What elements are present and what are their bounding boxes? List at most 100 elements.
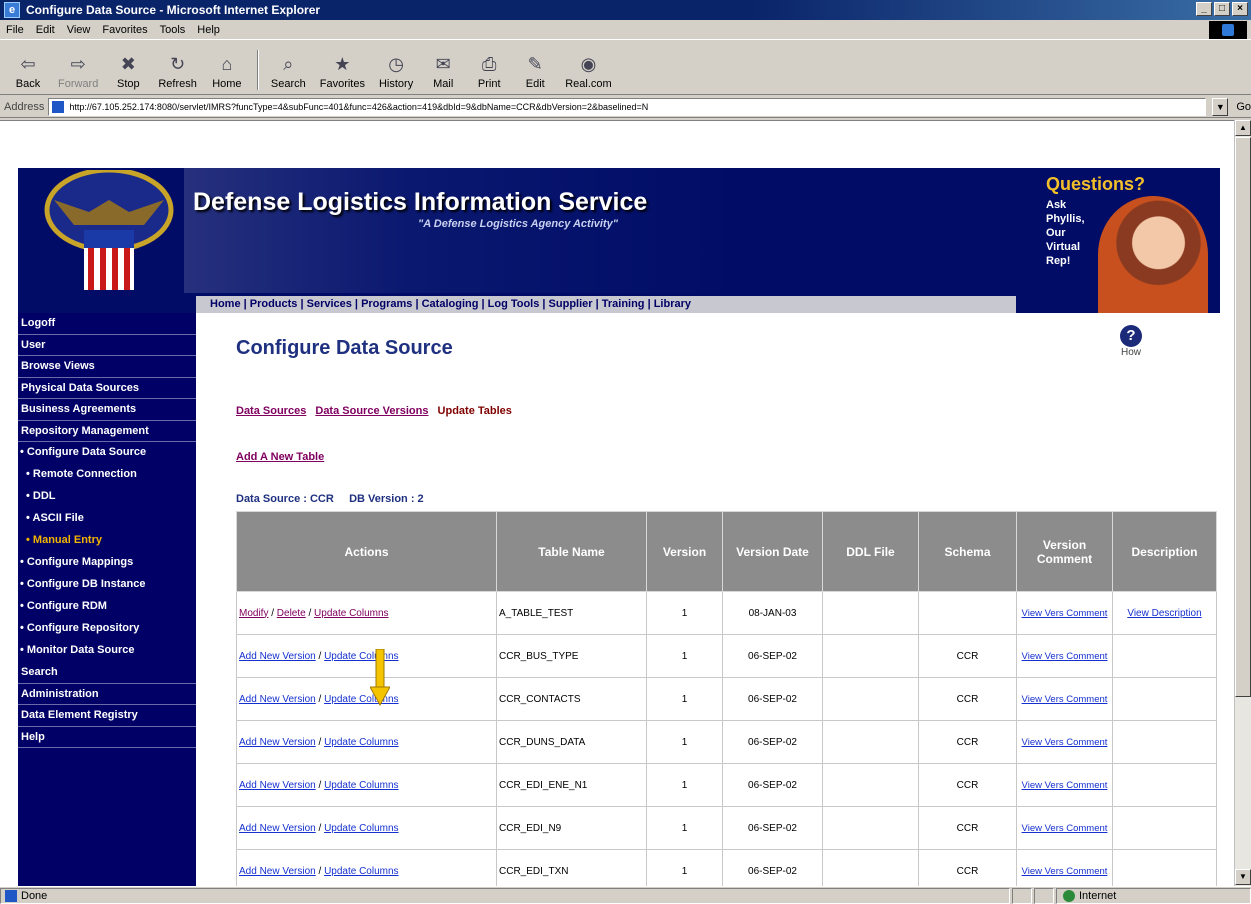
col-table-name: Table Name (496, 511, 647, 592)
nav-remote-connection[interactable]: • Remote Connection (18, 464, 196, 486)
history-button[interactable]: ◷ History (379, 52, 413, 91)
close-button[interactable]: × (1232, 2, 1248, 16)
update-columns-link[interactable]: Update Columns (324, 780, 398, 791)
view-vers-comment-link[interactable]: View Vers Comment (1019, 779, 1110, 792)
version-date-cell: 06-SEP-02 (722, 720, 823, 764)
stop-button[interactable]: ✖ Stop (112, 52, 144, 91)
ddl-file-cell (822, 720, 919, 764)
vertical-scrollbar[interactable]: ▲ ▼ (1234, 120, 1251, 886)
view-vers-comment-link[interactable]: View Vers Comment (1019, 822, 1110, 835)
nav-administration[interactable]: Administration (18, 684, 196, 705)
add-new-version-link[interactable]: Add New Version (239, 823, 316, 834)
update-columns-link[interactable]: Update Columns (324, 823, 398, 834)
nav-help[interactable]: Help (18, 727, 196, 748)
nav-business-agreements[interactable]: Business Agreements (18, 399, 196, 421)
scroll-thumb[interactable] (1235, 137, 1251, 697)
schema-cell: CCR (918, 806, 1017, 850)
view-vers-comment-link[interactable]: View Vers Comment (1019, 607, 1110, 620)
security-zone: Internet (1056, 887, 1251, 904)
ddl-file-cell (822, 677, 919, 721)
home-button[interactable]: ⌂ Home (211, 52, 243, 91)
banner-tagline: "A Defense Logistics Agency Activity" (418, 218, 618, 230)
menu-bar: File Edit View Favorites Tools Help (0, 20, 1251, 40)
add-new-version-link[interactable]: Add New Version (239, 651, 316, 662)
minimize-button[interactable]: _ (1196, 2, 1212, 16)
nav-data-element-registry[interactable]: Data Element Registry (18, 705, 196, 727)
add-new-version-link[interactable]: Add New Version (239, 694, 316, 705)
edit-button[interactable]: ✎ Edit (519, 52, 551, 91)
mail-button[interactable]: ✉ Mail (427, 52, 459, 91)
realcom-button[interactable]: ◉ Real.com (565, 52, 611, 91)
back-button[interactable]: ⇦ Back (12, 52, 44, 91)
nav-configure-data-source[interactable]: • Configure Data Source (18, 442, 196, 464)
comment-cell: View Vers Comment (1016, 677, 1113, 721)
banner-photo (184, 168, 744, 293)
update-columns-link[interactable]: Update Columns (324, 866, 398, 877)
nav-configure-mappings[interactable]: • Configure Mappings (18, 552, 196, 574)
crumb-data-sources[interactable]: Data Sources (236, 405, 306, 417)
version-cell: 1 (646, 677, 723, 721)
top-nav-links[interactable]: Home | Products | Services | Programs | … (196, 296, 1016, 313)
version-date-cell: 06-SEP-02 (722, 763, 823, 807)
menu-favorites[interactable]: Favorites (102, 24, 147, 36)
search-button[interactable]: ⌕ Search (270, 52, 306, 91)
delete-link[interactable]: Delete (277, 608, 306, 619)
nav-user[interactable]: User (18, 335, 196, 356)
maximize-button[interactable]: □ (1214, 2, 1230, 16)
add-new-version-link[interactable]: Add New Version (239, 780, 316, 791)
col-version-comment: Version Comment (1016, 511, 1113, 592)
view-vers-comment-link[interactable]: View Vers Comment (1019, 693, 1110, 706)
print-label: Print (477, 78, 501, 90)
nav-logoff[interactable]: Logoff (18, 313, 196, 335)
nav-monitor-data-source[interactable]: • Monitor Data Source (18, 640, 196, 662)
update-columns-link[interactable]: Update Columns (314, 608, 388, 619)
nav-browse-views[interactable]: Browse Views (18, 356, 196, 378)
search-label: Search (270, 78, 306, 90)
nav-manual-entry[interactable]: • Manual Entry (18, 530, 196, 552)
virtual-rep-promo[interactable]: Questions? Ask Phyllis, Our Virtual Rep! (1018, 168, 1220, 313)
mail-label: Mail (433, 78, 454, 90)
table-row: Modify / Delete / Update Columns A_TABLE… (236, 591, 1217, 635)
col-version-date: Version Date (722, 511, 823, 592)
crumb-update-tables: Update Tables (437, 405, 512, 417)
view-vers-comment-link[interactable]: View Vers Comment (1019, 736, 1110, 749)
scroll-up-button[interactable]: ▲ (1235, 120, 1251, 136)
forward-button[interactable]: ⇨ Forward (58, 52, 98, 91)
menu-tools[interactable]: Tools (160, 24, 186, 36)
update-columns-link[interactable]: Update Columns (324, 737, 398, 748)
nav-physical-data-sources[interactable]: Physical Data Sources (18, 378, 196, 399)
yellow-arrow-annotation-icon (370, 649, 390, 707)
nav-configure-rdm[interactable]: • Configure RDM (18, 596, 196, 618)
modify-link[interactable]: Modify (239, 608, 268, 619)
nav-search[interactable]: Search (18, 662, 196, 684)
add-new-table-link[interactable]: Add A New Table (236, 451, 324, 463)
address-input[interactable]: http://67.105.252.174:8080/servlet/IMRS?… (48, 97, 1207, 116)
nav-configure-repository[interactable]: • Configure Repository (18, 618, 196, 640)
menu-help[interactable]: Help (197, 24, 220, 36)
help-button[interactable]: ? How (1116, 325, 1146, 358)
help-icon: ? (1120, 325, 1142, 347)
nav-ascii-file[interactable]: • ASCII File (18, 508, 196, 530)
view-vers-comment-link[interactable]: View Vers Comment (1019, 650, 1110, 663)
print-icon: ⎙ (482, 53, 497, 74)
favorites-button[interactable]: ★ Favorites (320, 52, 365, 91)
view-vers-comment-link[interactable]: View Vers Comment (1019, 865, 1110, 878)
menu-file[interactable]: File (6, 24, 24, 36)
print-button[interactable]: ⎙ Print (473, 52, 505, 91)
address-dropdown-button[interactable]: ▼ (1212, 97, 1229, 116)
nav-repository-management[interactable]: Repository Management (18, 421, 196, 442)
refresh-button[interactable]: ↻ Refresh (158, 52, 197, 91)
go-button[interactable]: Go (1236, 101, 1251, 113)
view-description-link[interactable]: View Description (1127, 608, 1201, 619)
nav-configure-db-instance[interactable]: • Configure DB Instance (18, 574, 196, 596)
col-ddl-file: DDL File (822, 511, 919, 592)
scroll-down-button[interactable]: ▼ (1235, 869, 1251, 885)
add-new-version-link[interactable]: Add New Version (239, 737, 316, 748)
crumb-data-source-versions[interactable]: Data Source Versions (315, 405, 428, 417)
menu-edit[interactable]: Edit (36, 24, 55, 36)
nav-ddl[interactable]: • DDL (18, 486, 196, 508)
actions-cell: Add New Version / Update Columns (236, 720, 497, 764)
menu-view[interactable]: View (67, 24, 91, 36)
status-bar: Done Internet (0, 886, 1251, 904)
add-new-version-link[interactable]: Add New Version (239, 866, 316, 877)
